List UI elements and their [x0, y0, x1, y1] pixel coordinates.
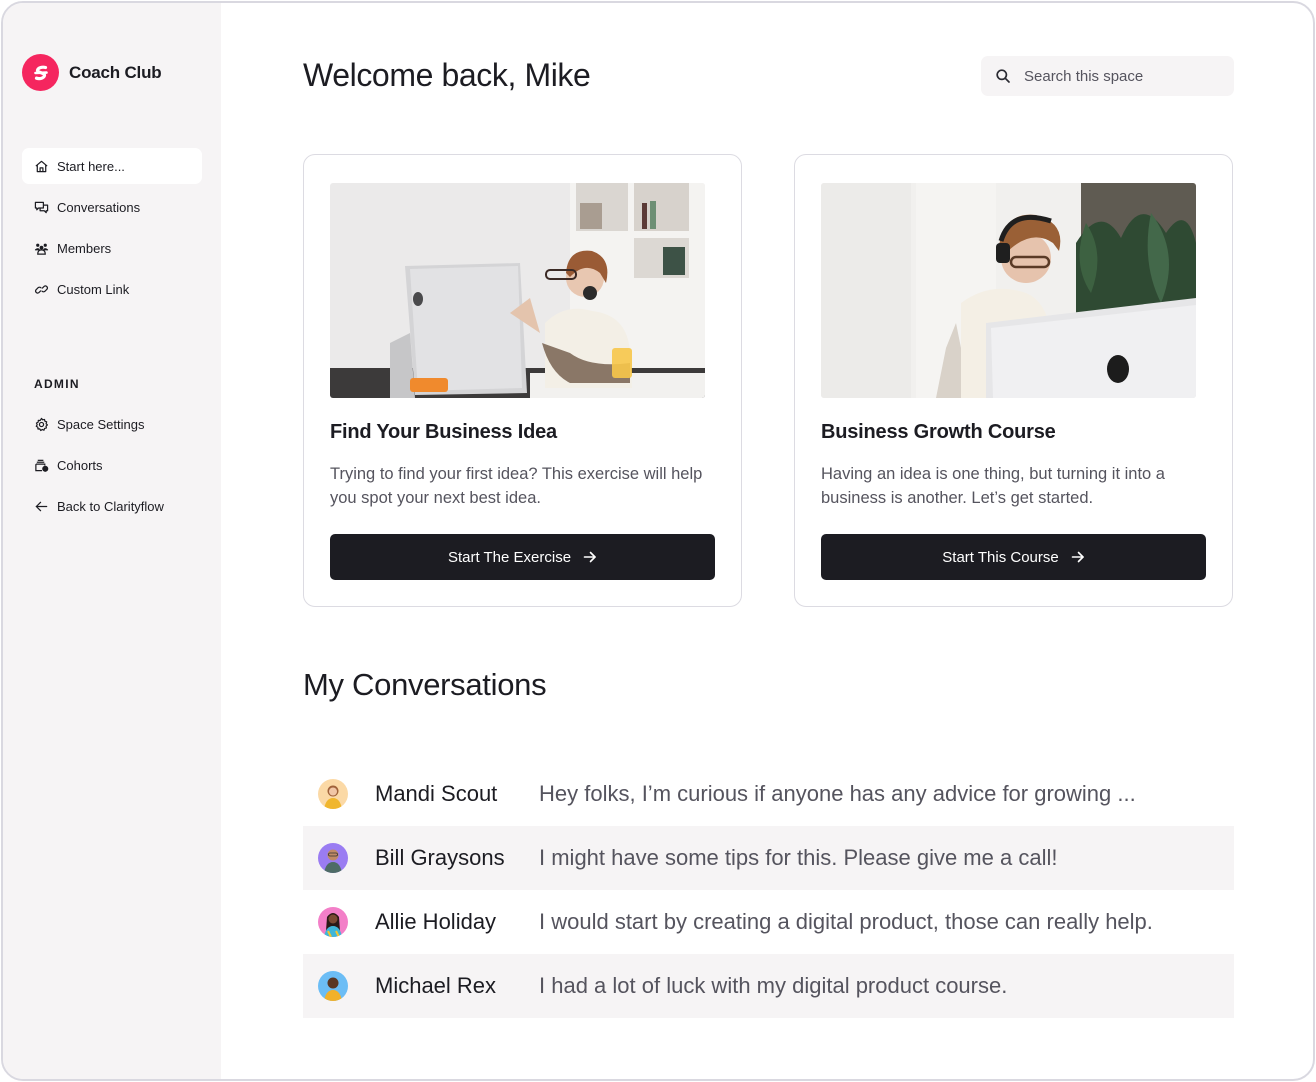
- brand[interactable]: Coach Club: [22, 54, 162, 91]
- conversation-message: I might have some tips for this. Please …: [539, 845, 1058, 870]
- card-image: [821, 183, 1196, 398]
- conversation-message: Hey folks, I’m curious if anyone has any…: [539, 781, 1136, 806]
- sidebar-item-label: Back to Clarityflow: [57, 498, 164, 514]
- button-label: Start This Course: [942, 548, 1059, 566]
- card-image: [330, 183, 705, 398]
- arrow-left-icon: [33, 498, 49, 514]
- app-window: Coach Club Start here... Conversations M…: [1, 1, 1315, 1081]
- card-description: Trying to find your first idea? This exe…: [330, 465, 703, 507]
- conversation-author: Bill Graysons: [375, 845, 505, 870]
- sidebar-item-label: Custom Link: [57, 281, 130, 297]
- conversations-section-title: My Conversations: [303, 667, 547, 702]
- brand-name: Coach Club: [69, 62, 162, 82]
- sidebar-item-label: Members: [57, 240, 112, 256]
- cohorts-icon: [33, 457, 49, 473]
- conversation-row[interactable]: Michael Rex I had a lot of luck with my …: [303, 954, 1234, 1018]
- sidebar-item-label: Cohorts: [57, 457, 103, 473]
- card-find-business-idea: Find Your Business Idea Trying to find y…: [303, 154, 742, 607]
- arrow-right-icon: [583, 550, 597, 564]
- main-content: Welcome back, Mike Search this space Fin…: [221, 3, 1313, 1079]
- conversation-author: Mandi Scout: [375, 781, 498, 806]
- members-icon: [33, 240, 49, 256]
- search-icon: [995, 68, 1011, 84]
- coach-club-logo-icon: [22, 54, 59, 91]
- conversation-row[interactable]: Mandi Scout Hey folks, I’m curious if an…: [303, 762, 1234, 826]
- conversation-author: Allie Holiday: [375, 909, 497, 934]
- avatar: [318, 843, 348, 873]
- search-box[interactable]: [981, 56, 1234, 96]
- sidebar-item-label: Conversations: [57, 199, 141, 215]
- sidebar-item-start-here[interactable]: Start here...: [22, 148, 202, 184]
- conversation-message: I would start by creating a digital prod…: [539, 909, 1153, 934]
- search-input[interactable]: [1024, 67, 1214, 85]
- arrow-right-icon: [1071, 550, 1085, 564]
- sidebar-item-conversations[interactable]: Conversations: [22, 189, 202, 225]
- sidebar-item-label: Space Settings: [57, 416, 145, 432]
- card-title: Find Your Business Idea: [330, 421, 557, 443]
- gear-icon: [33, 416, 49, 432]
- card-business-growth-course: Business Growth Course Having an idea is…: [794, 154, 1233, 607]
- sidebar-item-space-settings[interactable]: Space Settings: [22, 406, 202, 442]
- conversation-message: I had a lot of luck with my digital prod…: [539, 973, 1008, 998]
- admin-section-label: ADMIN: [34, 377, 80, 391]
- sidebar-item-members[interactable]: Members: [22, 230, 202, 266]
- avatar: [318, 907, 348, 937]
- home-icon: [33, 158, 49, 174]
- admin-nav: Space Settings Cohorts Back to Clarityfl…: [22, 406, 202, 529]
- sidebar-item-back-to-clarityflow[interactable]: Back to Clarityflow: [22, 488, 202, 524]
- sidebar-item-cohorts[interactable]: Cohorts: [22, 447, 202, 483]
- start-exercise-button[interactable]: Start The Exercise: [330, 534, 715, 580]
- conversation-row[interactable]: Allie Holiday I would start by creating …: [303, 890, 1234, 954]
- chat-bubbles-icon: [33, 199, 49, 215]
- card-title: Business Growth Course: [821, 421, 1056, 443]
- avatar: [318, 779, 348, 809]
- sidebar-item-custom-link[interactable]: Custom Link: [22, 271, 202, 307]
- page-title: Welcome back, Mike: [303, 57, 591, 93]
- conversation-author: Michael Rex: [375, 973, 497, 998]
- card-description: Having an idea is one thing, but turning…: [821, 465, 1165, 507]
- avatar: [318, 971, 348, 1001]
- button-label: Start The Exercise: [447, 548, 572, 566]
- link-icon: [33, 281, 49, 297]
- sidebar-nav: Start here... Conversations Members Cust…: [22, 148, 202, 312]
- sidebar: Coach Club Start here... Conversations M…: [3, 3, 221, 1079]
- conversation-row[interactable]: Bill Graysons I might have some tips for…: [303, 826, 1234, 890]
- sidebar-item-label: Start here...: [57, 158, 125, 174]
- start-course-button[interactable]: Start This Course: [821, 534, 1206, 580]
- conversation-list: Mandi Scout Hey folks, I’m curious if an…: [303, 762, 1234, 1018]
